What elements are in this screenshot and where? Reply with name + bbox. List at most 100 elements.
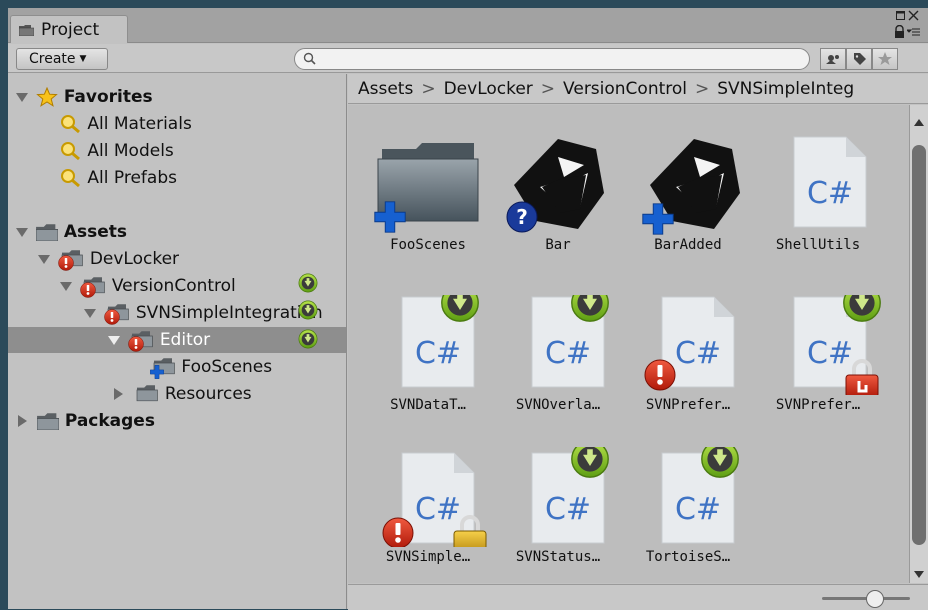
csharp-script-icon — [531, 295, 609, 388]
resources-label: Resources — [164, 384, 252, 404]
tree-svnsimpleintegration[interactable]: SVNSimpleIntegration — [84, 300, 323, 326]
icon-size-slider-knob[interactable] — [866, 590, 884, 608]
project-window: Project Create ▼ Favorites All Materials… — [8, 8, 928, 610]
editor-label: Editor — [159, 330, 211, 350]
tree-editor[interactable]: Editor — [8, 327, 346, 353]
chevron-right-icon: > — [540, 79, 556, 99]
csharp-script-icon — [793, 295, 881, 395]
scroll-down-icon[interactable] — [914, 571, 924, 578]
asset-label: SVNStatus… — [515, 549, 601, 565]
asset-item-svnstatus[interactable]: SVNStatus… — [494, 447, 622, 577]
create-button[interactable]: Create ▼ — [16, 48, 108, 70]
collapse-arrow-icon[interactable] — [114, 388, 123, 400]
asset-item-shellutils[interactable]: ShellUtils — [754, 135, 882, 265]
tree-resources[interactable]: Resources — [112, 381, 252, 407]
expand-arrow-icon[interactable] — [16, 227, 28, 237]
asset-item-bar[interactable]: ? Bar — [494, 135, 622, 265]
vertical-scrollbar[interactable] — [909, 105, 928, 583]
asset-item-tortoises[interactable]: TortoiseS… — [624, 447, 752, 577]
close-icon[interactable] — [908, 10, 919, 21]
unity-scene-icon: ? — [506, 139, 604, 233]
search-icon — [303, 52, 316, 65]
toolbar: Create ▼ — [8, 44, 928, 73]
devlocker-label: DevLocker — [89, 249, 180, 269]
asset-item-fooscenes[interactable]: FooScenes — [364, 135, 492, 265]
asset-label: TortoiseS… — [645, 549, 731, 565]
all-prefabs-label: All Prefabs — [87, 168, 177, 188]
tree-assets[interactable]: Assets — [16, 219, 127, 245]
tree-versioncontrol[interactable]: VersionControl — [60, 273, 236, 299]
folder-conflict-icon — [80, 276, 106, 298]
search-input[interactable] — [321, 50, 795, 70]
expand-arrow-icon[interactable] — [84, 308, 96, 318]
asset-item-svnprefer-2[interactable]: SVNPrefer… — [754, 295, 882, 425]
incoming-change-icon — [298, 273, 318, 293]
collapse-arrow-icon[interactable] — [18, 415, 27, 427]
favorites-label: Favorites — [63, 87, 153, 107]
expand-arrow-icon[interactable] — [108, 335, 120, 345]
tree-all-materials[interactable]: All Materials — [60, 111, 192, 137]
csharp-script-icon — [401, 295, 479, 388]
search-icon — [61, 142, 80, 161]
svnsimpleintegration-label: SVNSimpleIntegration — [135, 303, 323, 323]
asset-label: ShellUtils — [775, 237, 861, 253]
tree-all-prefabs[interactable]: All Prefabs — [60, 165, 177, 191]
asset-label: Bar — [545, 237, 571, 253]
asset-item-svnoverla[interactable]: SVNOverla… — [494, 295, 622, 425]
type-filter-icon — [826, 55, 839, 64]
star-icon — [36, 87, 59, 107]
expand-arrow-icon[interactable] — [38, 254, 50, 264]
folder-conflict-icon — [58, 249, 84, 271]
search-by-type-button[interactable] — [820, 48, 846, 70]
csharp-script-icon — [644, 296, 735, 391]
folder-tree: Favorites All Materials All Models All P… — [8, 74, 347, 609]
asset-item-baradded[interactable]: BarAdded — [624, 135, 752, 265]
folder-conflict-icon — [104, 303, 130, 325]
asset-item-svndatat[interactable]: SVNDataT… — [364, 295, 492, 425]
versioncontrol-label: VersionControl — [111, 276, 236, 296]
tree-devlocker[interactable]: DevLocker — [38, 246, 179, 272]
chevron-right-icon: > — [695, 79, 710, 99]
lock-icon[interactable] — [894, 25, 905, 38]
scrollbar-thumb[interactable] — [912, 145, 926, 545]
save-search-button[interactable] — [872, 48, 898, 70]
breadcrumb-item[interactable]: DevLocker — [444, 79, 533, 99]
asset-label: SVNOverla… — [515, 397, 601, 413]
asset-item-svnsimple[interactable]: SVNSimple… — [364, 447, 492, 577]
fooscenes-label: FooScenes — [181, 357, 273, 377]
maximize-icon[interactable] — [896, 11, 905, 20]
csharp-script-icon — [661, 447, 739, 544]
unity-scene-icon — [642, 139, 740, 235]
chevron-right-icon: > — [421, 79, 436, 99]
asset-label: SVNPrefer… — [645, 397, 731, 413]
asset-item-svnprefer-1[interactable]: SVNPrefer… — [624, 295, 752, 425]
breadcrumb-item[interactable]: VersionControl — [563, 79, 687, 99]
menu-icon[interactable] — [907, 27, 920, 37]
asset-label: SVNDataT… — [390, 397, 466, 413]
assets-label: Assets — [63, 222, 127, 242]
tree-favorites[interactable]: Favorites — [16, 84, 153, 110]
folder-icon — [36, 223, 59, 241]
tab-label: Project — [41, 20, 100, 40]
tree-all-models[interactable]: All Models — [60, 138, 174, 164]
asset-label: SVNPrefer… — [775, 397, 861, 413]
search-box[interactable] — [294, 48, 810, 70]
tree-packages[interactable]: Packages — [16, 408, 155, 434]
all-models-label: All Models — [87, 141, 174, 161]
label-tag-icon — [854, 53, 866, 65]
breadcrumb-item[interactable]: SVNSimpleInteg — [717, 79, 854, 99]
asset-label: BarAdded — [654, 237, 722, 253]
csharp-script-icon — [382, 452, 487, 547]
breadcrumb-item[interactable]: Assets — [358, 79, 413, 99]
scroll-up-icon[interactable] — [914, 119, 924, 126]
breadcrumb: Assets > DevLocker > VersionControl > SVNSimpl… — [348, 74, 928, 104]
search-icon — [61, 115, 80, 134]
svg-text:?: ? — [516, 205, 528, 229]
csharp-script-icon — [531, 447, 609, 544]
expand-arrow-icon[interactable] — [16, 92, 28, 102]
expand-arrow-icon[interactable] — [60, 281, 72, 291]
tab-project[interactable]: Project — [10, 15, 128, 43]
search-by-label-button[interactable] — [846, 48, 872, 70]
all-materials-label: All Materials — [87, 114, 192, 134]
tree-fooscenes[interactable]: FooScenes — [150, 354, 272, 380]
